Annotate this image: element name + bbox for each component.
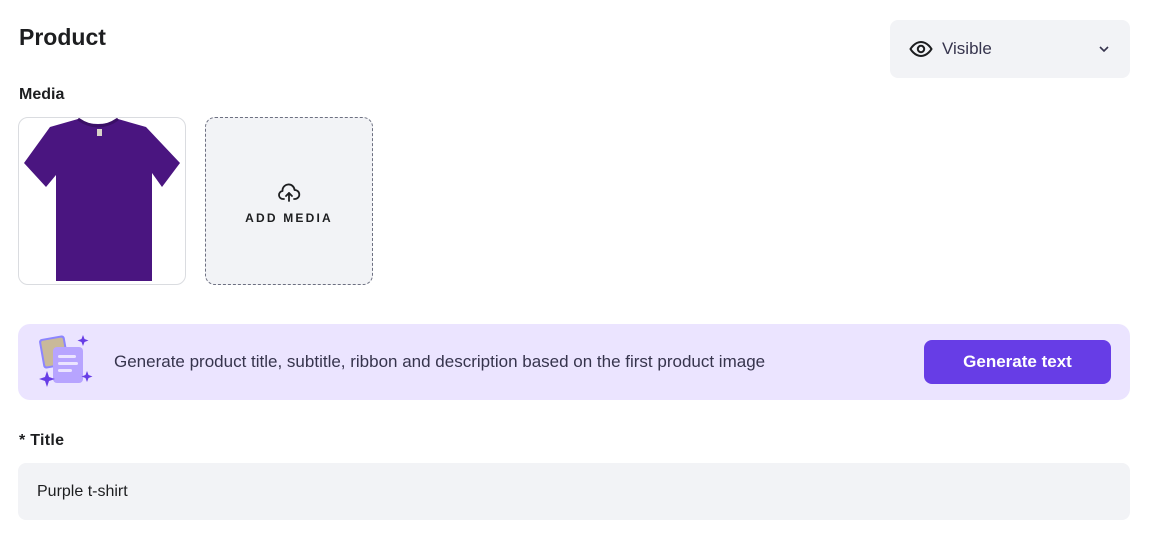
page-title: Product xyxy=(19,24,106,50)
generate-text-button[interactable]: Generate text xyxy=(924,340,1111,384)
title-field-label: * Title xyxy=(19,432,65,449)
ai-document-sparkle-icon xyxy=(39,335,93,387)
cloud-upload-icon xyxy=(278,183,301,202)
add-media-button[interactable]: ADD MEDIA xyxy=(205,117,373,285)
eye-icon xyxy=(909,37,933,61)
media-thumbnail[interactable] xyxy=(18,117,186,285)
ai-description: Generate product title, subtitle, ribbon… xyxy=(114,352,766,371)
title-input[interactable] xyxy=(18,463,1130,520)
add-media-label: ADD MEDIA xyxy=(245,211,333,225)
ai-generate-banner: Generate product title, subtitle, ribbon… xyxy=(18,324,1130,400)
media-label: Media xyxy=(19,86,65,103)
tshirt-image xyxy=(24,118,180,281)
visibility-dropdown[interactable]: Visible xyxy=(890,20,1130,78)
visibility-value: Visible xyxy=(942,39,992,58)
chevron-down-icon xyxy=(1096,41,1112,57)
